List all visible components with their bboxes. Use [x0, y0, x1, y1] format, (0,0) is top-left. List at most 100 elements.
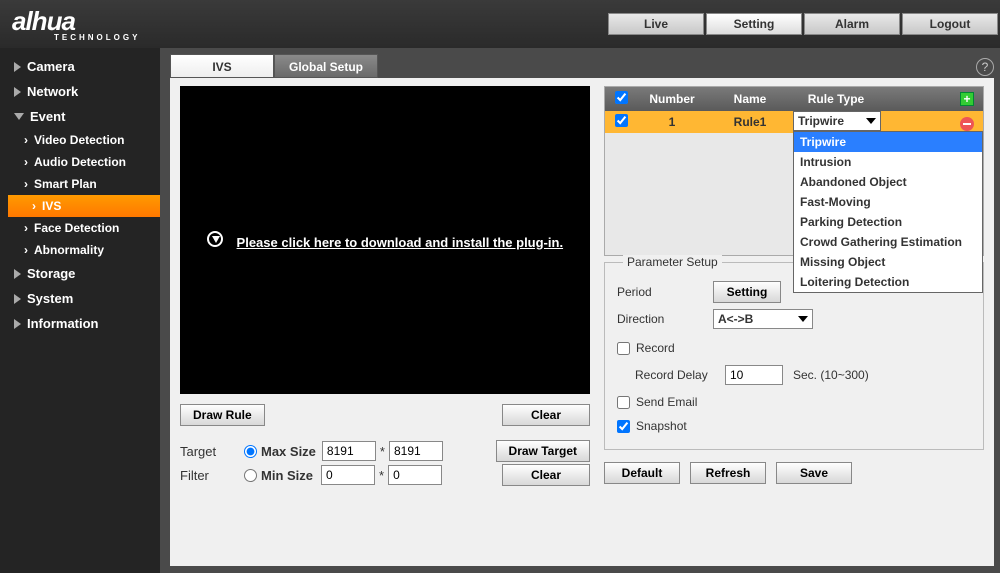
- sidebar-network[interactable]: Network: [0, 79, 160, 104]
- top-nav: Live Setting Alarm Logout: [608, 13, 1000, 35]
- chevron-icon: ›: [24, 243, 28, 257]
- action-buttons: Default Refresh Save: [604, 462, 984, 484]
- record-delay-label: Record Delay: [635, 368, 725, 382]
- dd-fast-moving[interactable]: Fast-Moving: [794, 192, 982, 212]
- content-panel: Please click here to download and instal…: [170, 78, 994, 566]
- direction-select[interactable]: A<->B: [713, 309, 813, 329]
- direction-value: A<->B: [718, 312, 753, 326]
- refresh-button[interactable]: Refresh: [690, 462, 766, 484]
- col-name: Name: [707, 92, 793, 106]
- chevron-icon: ›: [24, 221, 28, 235]
- brand-name: alhua: [12, 6, 75, 36]
- max-size-radio[interactable]: [244, 445, 257, 458]
- period-label: Period: [617, 285, 713, 299]
- plugin-download-link[interactable]: Please click here to download and instal…: [237, 235, 564, 250]
- rule-table: Number Name Rule Type + 1 Rule1: [604, 86, 984, 256]
- nav-setting[interactable]: Setting: [706, 13, 802, 35]
- clear-target-button[interactable]: Clear: [502, 464, 590, 486]
- nav-logout[interactable]: Logout: [902, 13, 998, 35]
- sidebar-camera[interactable]: Camera: [0, 54, 160, 79]
- record-delay-hint: Sec. (10~300): [793, 368, 869, 382]
- min-size-height[interactable]: [388, 465, 442, 485]
- record-delay-input[interactable]: [725, 365, 783, 385]
- default-button[interactable]: Default: [604, 462, 680, 484]
- rule-type-select[interactable]: Tripwire: [793, 111, 881, 131]
- dd-parking-detection[interactable]: Parking Detection: [794, 212, 982, 232]
- right-column: Number Name Rule Type + 1 Rule1: [590, 86, 984, 546]
- add-rule-icon[interactable]: +: [960, 92, 974, 106]
- chevron-right-icon: [14, 87, 21, 97]
- rule-type-value: Tripwire: [798, 114, 844, 128]
- size-sep-2: *: [379, 468, 384, 483]
- tab-global-setup[interactable]: Global Setup: [274, 54, 378, 78]
- sidebar-storage[interactable]: Storage: [0, 261, 160, 286]
- record-checkbox[interactable]: [617, 342, 630, 355]
- rule-select-all[interactable]: [615, 91, 628, 104]
- record-label: Record: [636, 341, 675, 355]
- min-size-radio[interactable]: [244, 469, 257, 482]
- rule-row-name: Rule1: [707, 115, 793, 129]
- chevron-icon: ›: [24, 177, 28, 191]
- caret-down-icon: [798, 316, 808, 322]
- caret-down-icon: [866, 118, 876, 124]
- target-filter-label-1: Target: [180, 444, 244, 459]
- max-size-height[interactable]: [389, 441, 443, 461]
- col-number: Number: [637, 92, 707, 106]
- dd-abandoned-object[interactable]: Abandoned Object: [794, 172, 982, 192]
- clear-rule-button[interactable]: Clear: [502, 404, 590, 426]
- send-email-label: Send Email: [636, 395, 697, 409]
- sidebar-event-video-detection[interactable]: ›Video Detection: [0, 129, 160, 151]
- brand-logo: alhua TECHNOLOGY: [0, 6, 140, 42]
- save-button[interactable]: Save: [776, 462, 852, 484]
- chevron-icon: ›: [32, 199, 36, 213]
- left-column: Please click here to download and instal…: [180, 86, 590, 546]
- dd-missing-object[interactable]: Missing Object: [794, 252, 982, 272]
- sidebar-event-audio-detection[interactable]: ›Audio Detection: [0, 151, 160, 173]
- dd-loitering-detection[interactable]: Loitering Detection: [794, 272, 982, 292]
- header-bar: alhua TECHNOLOGY Live Setting Alarm Logo…: [0, 0, 1000, 48]
- help-icon[interactable]: ?: [976, 58, 994, 76]
- parameter-setup-legend: Parameter Setup: [623, 255, 722, 269]
- min-size-width[interactable]: [321, 465, 375, 485]
- send-email-checkbox[interactable]: [617, 396, 630, 409]
- nav-alarm[interactable]: Alarm: [804, 13, 900, 35]
- rule-type-dropdown: Tripwire Intrusion Abandoned Object Fast…: [793, 131, 983, 293]
- chevron-right-icon: [14, 62, 21, 72]
- video-preview: Please click here to download and instal…: [180, 86, 590, 394]
- sidebar-event[interactable]: Event: [0, 104, 160, 129]
- size-sep-1: *: [380, 444, 385, 459]
- sidebar-event-abnormality[interactable]: ›Abnormality: [0, 239, 160, 261]
- tab-ivs[interactable]: IVS: [170, 54, 274, 78]
- rule-row-number: 1: [637, 115, 707, 129]
- draw-rule-button[interactable]: Draw Rule: [180, 404, 265, 426]
- dd-tripwire[interactable]: Tripwire: [794, 132, 982, 152]
- draw-target-button[interactable]: Draw Target: [496, 440, 590, 462]
- max-size-width[interactable]: [322, 441, 376, 461]
- snapshot-label: Snapshot: [636, 419, 687, 433]
- chevron-down-icon: [14, 113, 24, 120]
- sidebar-event-smart-plan[interactable]: ›Smart Plan: [0, 173, 160, 195]
- period-setting-button[interactable]: Setting: [713, 281, 781, 303]
- direction-label: Direction: [617, 312, 713, 326]
- sidebar-information[interactable]: Information: [0, 311, 160, 336]
- dd-crowd-gathering[interactable]: Crowd Gathering Estimation: [794, 232, 982, 252]
- target-filter-label-2: Filter: [180, 468, 244, 483]
- download-icon: [207, 231, 223, 247]
- chevron-right-icon: [14, 294, 21, 304]
- chevron-icon: ›: [24, 133, 28, 147]
- delete-rule-icon[interactable]: [960, 117, 974, 131]
- chevron-icon: ›: [24, 155, 28, 169]
- sidebar-event-face-detection[interactable]: ›Face Detection: [0, 217, 160, 239]
- max-size-label: Max Size: [261, 444, 316, 459]
- page-tab-row: IVS Global Setup: [160, 48, 1000, 78]
- snapshot-checkbox[interactable]: [617, 420, 630, 433]
- sidebar: Camera Network Event ›Video Detection ›A…: [0, 48, 160, 573]
- main-area: IVS Global Setup ? Please click here to …: [160, 48, 1000, 573]
- rule-row-checkbox[interactable]: [615, 114, 628, 127]
- nav-live[interactable]: Live: [608, 13, 704, 35]
- chevron-right-icon: [14, 269, 21, 279]
- sidebar-event-ivs[interactable]: ›IVS: [8, 195, 160, 217]
- col-type: Rule Type: [793, 92, 879, 106]
- dd-intrusion[interactable]: Intrusion: [794, 152, 982, 172]
- sidebar-system[interactable]: System: [0, 286, 160, 311]
